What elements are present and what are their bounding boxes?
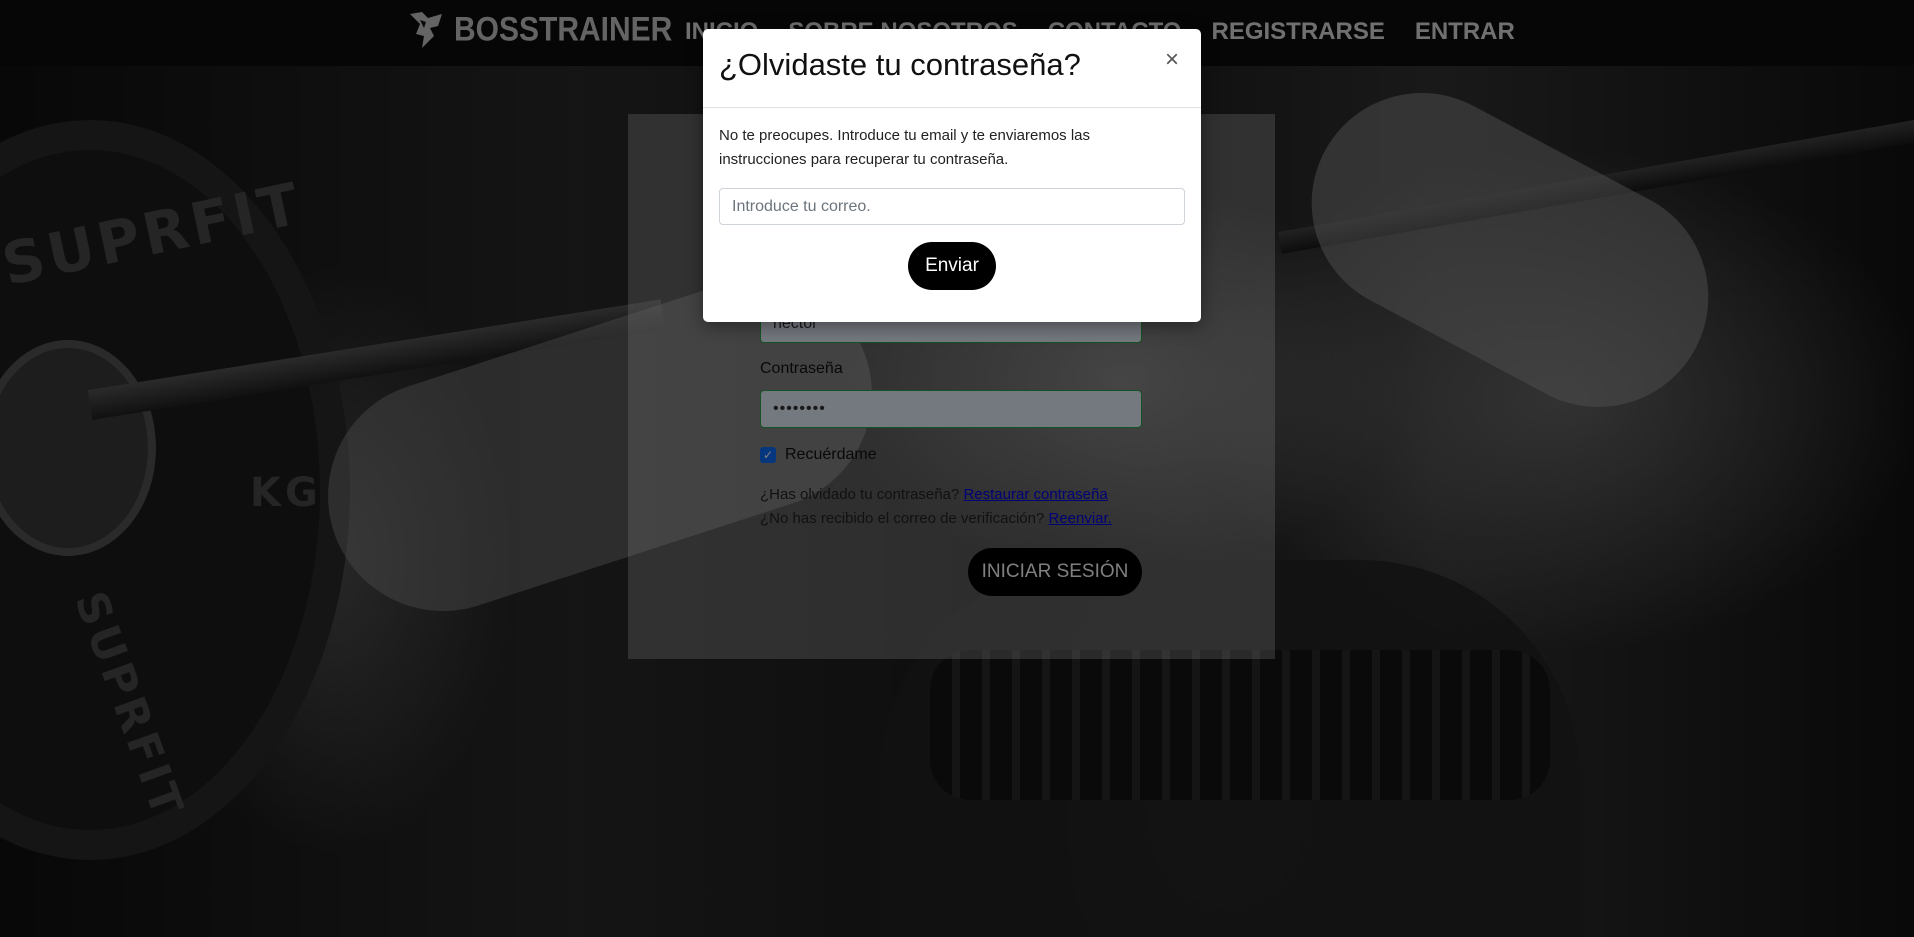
- forgot-password-modal: ¿Olvidaste tu contraseña? × No te preocu…: [703, 29, 1201, 322]
- modal-header: ¿Olvidaste tu contraseña? ×: [703, 29, 1201, 108]
- send-button[interactable]: Enviar: [908, 242, 996, 290]
- modal-description: No te preocupes. Introduce tu email y te…: [719, 127, 1091, 168]
- email-input[interactable]: [719, 188, 1185, 225]
- close-icon[interactable]: ×: [1159, 47, 1185, 73]
- modal-title: ¿Olvidaste tu contraseña?: [719, 47, 1081, 82]
